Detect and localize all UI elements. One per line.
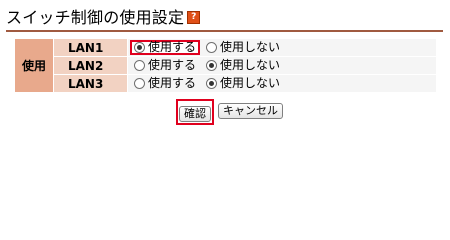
lan-label: LAN1 bbox=[54, 39, 127, 56]
title-divider bbox=[6, 30, 443, 32]
settings-table: 使用 LAN1 使用する 使用しない LAN2 使用する 使用しない LAN3 … bbox=[14, 38, 437, 93]
radio-lan2-nouse[interactable] bbox=[206, 59, 218, 71]
table-row: LAN3 使用する 使用しない bbox=[15, 75, 436, 92]
button-bar: 確認 キャンセル bbox=[176, 99, 283, 125]
radio-lan3-use[interactable] bbox=[134, 77, 145, 89]
options-cell: 使用する 使用しない bbox=[128, 57, 436, 74]
options-cell: 使用する 使用しない bbox=[128, 39, 436, 56]
lan-label: LAN2 bbox=[54, 57, 127, 74]
radio-lan1-nouse[interactable] bbox=[206, 41, 218, 53]
option-label: 使用しない bbox=[220, 39, 281, 54]
table-row: 使用 LAN1 使用する 使用しない bbox=[15, 39, 436, 92]
confirm-button-highlight: 確認 bbox=[176, 99, 214, 125]
option-label: 使用する bbox=[148, 75, 197, 90]
option-label: 使用しない bbox=[220, 75, 281, 90]
lan3-nouse-option[interactable]: 使用しない bbox=[202, 76, 284, 91]
option-label: 使用する bbox=[148, 39, 197, 54]
page: スイッチ制御の使用設定? 使用 LAN1 使用する 使用しない LAN2 使用す… bbox=[0, 0, 450, 201]
table-row: LAN2 使用する 使用しない bbox=[15, 57, 436, 74]
help-icon[interactable]: ? bbox=[187, 11, 201, 24]
cancel-button[interactable]: キャンセル bbox=[218, 103, 283, 119]
radio-lan2-use[interactable] bbox=[134, 59, 145, 71]
lan-label: LAN3 bbox=[54, 75, 127, 92]
options-cell: 使用する 使用しない bbox=[128, 75, 436, 92]
confirm-button[interactable]: 確認 bbox=[179, 106, 211, 122]
lan1-nouse-option[interactable]: 使用しない bbox=[202, 40, 284, 55]
lan2-nouse-option[interactable]: 使用しない bbox=[202, 58, 284, 73]
radio-lan3-nouse[interactable] bbox=[206, 77, 218, 89]
radio-lan1-use[interactable] bbox=[134, 41, 145, 53]
title-row: スイッチ制御の使用設定? bbox=[6, 7, 442, 29]
lan1-use-option[interactable]: 使用する bbox=[130, 39, 201, 55]
lan3-use-option[interactable]: 使用する bbox=[130, 76, 200, 91]
option-label: 使用しない bbox=[220, 57, 281, 72]
group-label-use: 使用 bbox=[15, 39, 53, 92]
lan2-use-option[interactable]: 使用する bbox=[130, 58, 200, 73]
page-title: スイッチ制御の使用設定 bbox=[6, 7, 185, 27]
option-label: 使用する bbox=[148, 57, 197, 72]
